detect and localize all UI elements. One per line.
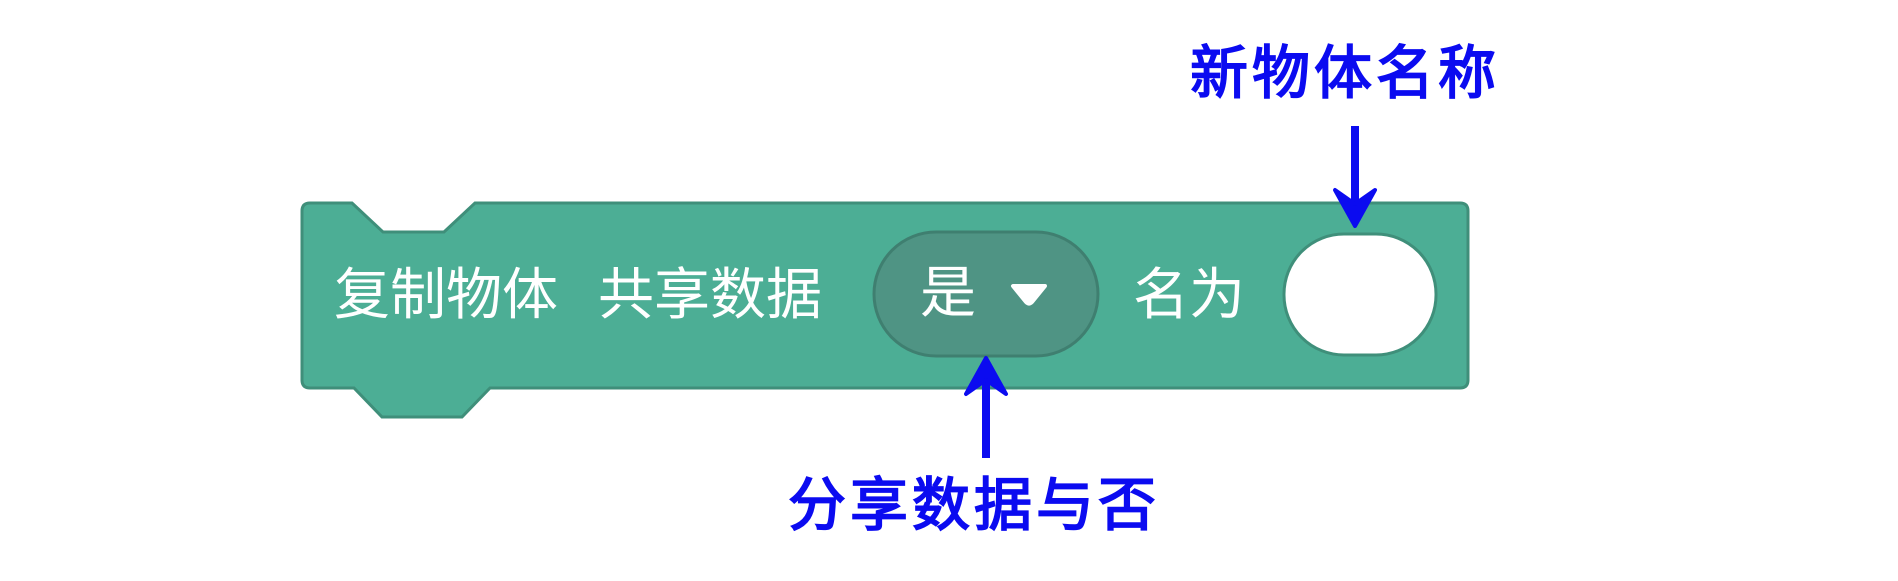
named-as-label: 名为 xyxy=(1133,263,1245,328)
new-name-annotation: 新物体名称 xyxy=(1190,39,1501,107)
share-data-label: 共享数据 xyxy=(598,263,822,328)
dropdown-value-text: 是 xyxy=(920,261,976,326)
clone-object-label: 复制物体 xyxy=(334,263,558,328)
diagram-canvas: 复制物体 共享数据 是 名为 新物体名称 分享数据与否 xyxy=(0,0,1898,581)
share-or-not-annotation: 分享数据与否 xyxy=(788,471,1161,539)
new-name-input[interactable] xyxy=(1282,232,1438,357)
share-data-dropdown[interactable] xyxy=(872,230,1100,358)
